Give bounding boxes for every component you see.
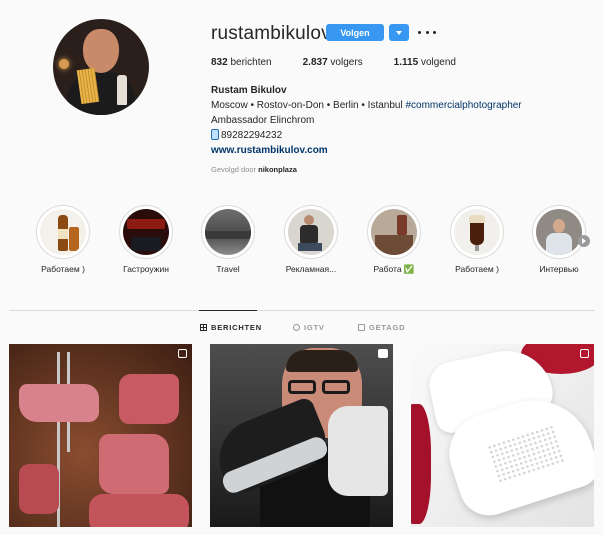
posts-count: 832 xyxy=(211,57,228,68)
highlights-next-button[interactable] xyxy=(578,235,590,247)
restaurant-sign-icon xyxy=(123,209,169,255)
grid-icon xyxy=(200,324,207,331)
suggested-dropdown-button[interactable] xyxy=(389,24,409,41)
profile-bio: Rustam Bikulov Moscow • Rostov-on-Don • … xyxy=(211,83,522,158)
profile-avatar[interactable] xyxy=(53,19,149,115)
dot-icon xyxy=(433,30,436,34)
post-thumbnail[interactable] xyxy=(9,344,192,527)
highlight-item[interactable]: Рекламная... xyxy=(273,205,349,274)
highlight-label: Работа ✅ xyxy=(373,264,415,274)
tab-label: IGTV xyxy=(304,323,325,332)
beer-bottle-icon xyxy=(40,209,86,255)
highlight-label: Travel xyxy=(216,264,240,274)
tv-icon xyxy=(293,324,300,331)
followers-stat[interactable]: 2.837 volgers xyxy=(303,57,363,68)
highlight-item[interactable]: Работаем ) xyxy=(439,205,515,274)
active-tab-indicator xyxy=(199,310,257,311)
website-link[interactable]: www.rustambikulov.com xyxy=(211,143,522,158)
dot-icon xyxy=(425,30,429,34)
phone-icon xyxy=(211,129,219,140)
dot-icon xyxy=(418,30,421,34)
video-icon xyxy=(378,349,388,358)
bio-hashtag-link[interactable]: #commercialphotographer xyxy=(405,100,521,111)
multiple-photos-icon xyxy=(178,349,187,358)
posts-label: berichten xyxy=(230,57,272,68)
following-label: volgend xyxy=(420,57,456,68)
highlight-item[interactable]: Работаем ) xyxy=(25,205,101,274)
highlight-item[interactable]: Работа ✅ xyxy=(356,205,432,275)
followed-by-user[interactable]: nikonplaza xyxy=(258,165,297,174)
tab-igtv[interactable]: IGTV xyxy=(293,323,325,332)
posts-stat: 832 berichten xyxy=(211,57,272,68)
bio-cities: Moscow • Rostov-on-Don • Berlin • Istanb… xyxy=(211,100,406,111)
highlight-item[interactable]: Travel xyxy=(190,205,266,274)
following-stat[interactable]: 1.115 volgend xyxy=(394,57,456,68)
profile-stats: 832 berichten 2.837 volgers 1.115 volgen… xyxy=(211,57,487,68)
following-count: 1.115 xyxy=(393,57,419,68)
followers-label: volgers xyxy=(330,57,363,68)
bio-phone-line: 89282294232 xyxy=(211,128,522,143)
highlight-label: Работаем ) xyxy=(41,264,85,274)
bio-ambassador: Ambassador Elinchrom xyxy=(211,115,315,126)
chevron-down-icon xyxy=(396,30,402,35)
tag-icon xyxy=(358,324,365,331)
followed-by-prefix: Gevolgd door xyxy=(211,165,259,174)
tabs-divider xyxy=(9,310,595,311)
person-portrait-icon xyxy=(536,209,582,255)
profile-username: rustambikulov xyxy=(211,23,331,44)
highlight-item[interactable]: Гастроужин xyxy=(108,205,184,274)
followed-by: Gevolgd door nikonplaza xyxy=(211,165,297,174)
followers-count: 2.837 xyxy=(302,57,328,68)
beer-glass-icon xyxy=(454,209,500,255)
landscape-icon xyxy=(205,209,251,255)
tab-label: BERICHTEN xyxy=(211,323,262,332)
post-thumbnail[interactable] xyxy=(210,344,393,527)
bio-phone: 89282294232 xyxy=(221,130,283,141)
post-thumbnail[interactable] xyxy=(411,344,594,527)
profile-full-name: Rustam Bikulov xyxy=(211,85,287,96)
person-sitting-icon xyxy=(288,209,334,255)
more-options-button[interactable] xyxy=(418,25,436,39)
tab-tagged[interactable]: GETAGD xyxy=(358,323,405,332)
tab-label: GETAGD xyxy=(369,323,406,332)
kitchen-scene-icon xyxy=(371,209,417,255)
follow-button[interactable]: Volgen xyxy=(326,24,384,41)
highlight-label: Рекламная... xyxy=(285,264,337,274)
highlight-label: Интервью xyxy=(539,264,579,274)
highlight-label: Гастроужин xyxy=(123,264,169,274)
tab-posts[interactable]: BERICHTEN xyxy=(200,323,262,332)
bio-locations: Moscow • Rostov-on-Don • Berlin • Istanb… xyxy=(211,98,522,113)
highlight-label: Работаем ) xyxy=(455,264,499,274)
multiple-photos-icon xyxy=(580,349,589,358)
